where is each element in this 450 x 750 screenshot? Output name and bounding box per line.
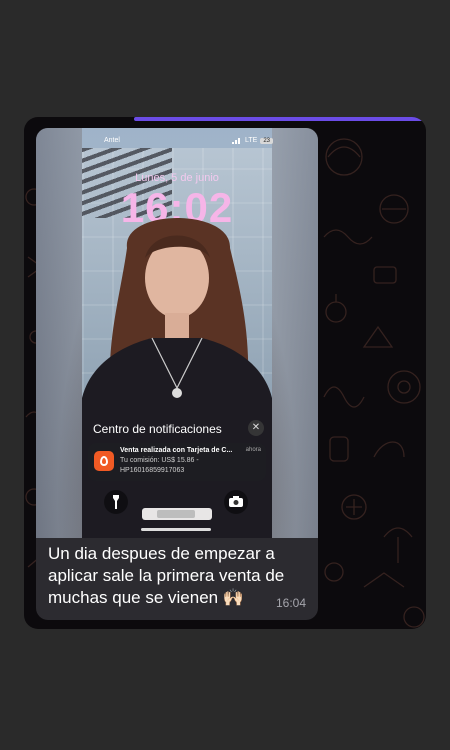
notification-time: ahora bbox=[245, 447, 261, 453]
flashlight-icon bbox=[104, 490, 128, 514]
notification-center-title: Centro de notificaciones bbox=[93, 422, 222, 436]
notification-title: Venta realizada con Tarjeta de C... bbox=[120, 447, 233, 454]
notification-card[interactable]: Venta realizada con Tarjeta de C... Tu c… bbox=[88, 443, 266, 481]
person-photo bbox=[82, 218, 272, 538]
media-image[interactable]: Antel LTE 23 Lunes, 5 de junio 16:02 Cen… bbox=[36, 128, 318, 538]
notification-commission: Tu comisión: US$ 15.86 - bbox=[120, 457, 199, 464]
hotmart-flame-icon bbox=[94, 451, 114, 471]
image-message-bubble[interactable]: Antel LTE 23 Lunes, 5 de junio 16:02 Cen… bbox=[36, 128, 318, 620]
message-timestamp: 16:04 bbox=[275, 596, 306, 610]
signal-icon bbox=[232, 138, 240, 144]
network-label: LTE bbox=[245, 137, 258, 144]
network-status: LTE 23 bbox=[232, 137, 274, 144]
lock-date: Lunes, 5 de junio bbox=[135, 172, 219, 184]
message-caption: Un dia despues de empezar a aplicar sale… bbox=[48, 544, 285, 607]
home-indicator bbox=[141, 528, 211, 531]
carrier-label: Antel bbox=[104, 137, 120, 144]
status-bar: Antel LTE 23 bbox=[36, 134, 318, 148]
close-icon[interactable]: ✕ bbox=[248, 420, 264, 436]
battery-icon: 23 bbox=[260, 137, 274, 144]
camera-icon bbox=[224, 490, 248, 514]
notification-order-id: HP16016859917063 bbox=[120, 467, 185, 474]
